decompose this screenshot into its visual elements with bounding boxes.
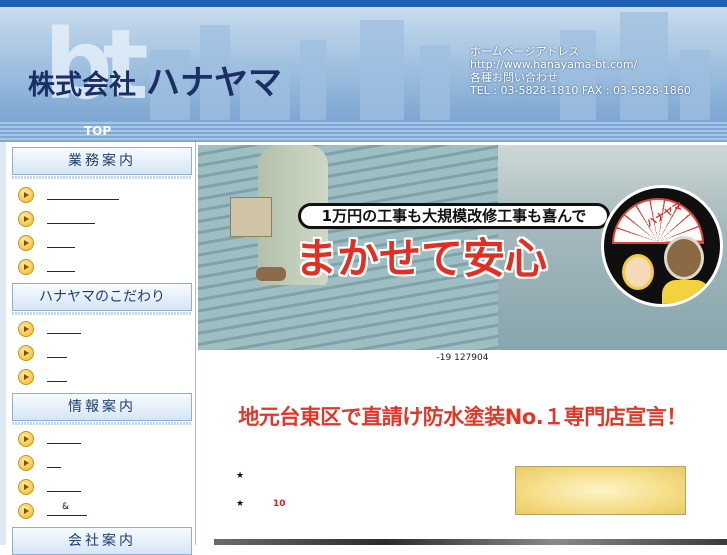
mascot-shirt (662, 280, 710, 304)
arrow-bullet-icon (18, 479, 34, 495)
bullet-star: ★ (236, 471, 245, 481)
link-underline (47, 443, 81, 444)
sidebar-item-ampersand: & (62, 502, 70, 512)
promo-banner-image[interactable] (515, 466, 686, 515)
arrow-bullet-icon (18, 235, 34, 251)
paint-bucket (230, 197, 272, 237)
main-headline: 地元台東区で直請け防水塗装No.１専門店宣言！ (238, 405, 687, 429)
section-divider (12, 176, 192, 179)
city-building (420, 45, 450, 120)
section-divider (12, 422, 192, 425)
company-name[interactable]: 株式会社 ハナヤマ (28, 55, 282, 104)
arrow-bullet-icon (18, 187, 34, 203)
arrow-bullet-icon (18, 503, 34, 519)
company-main-name: ハナヤマ (146, 63, 282, 103)
inquiry-label: 各種お問い合わせ (470, 71, 558, 84)
city-building (300, 40, 326, 120)
link-underline (47, 515, 87, 516)
arrow-bullet-icon (18, 321, 34, 337)
link-underline (47, 381, 67, 382)
city-building (360, 20, 404, 120)
arrow-bullet-icon (18, 455, 34, 471)
link-underline (47, 271, 75, 272)
arrow-bullet-icon (18, 345, 34, 361)
section-divider (12, 312, 192, 315)
bottom-image-strip (214, 539, 727, 545)
visitor-counter-caption: -19 127904 (436, 353, 489, 363)
homepage-label: ホームページアドレス (470, 45, 580, 58)
nav-bar: TOP (0, 120, 727, 142)
mascot-woman-face (622, 254, 654, 290)
link-underline (47, 357, 67, 358)
contact-info: ホームページアドレス http://www.hanayama-bt.com/ 各… (470, 45, 691, 97)
mascot-circle: ハナヤマ (601, 185, 723, 307)
link-underline (47, 467, 61, 468)
highlight-number: 10 (273, 499, 286, 509)
sidebar-section-business[interactable]: 業務案内 (12, 147, 192, 175)
hero-slogan: まかせて安心 (295, 234, 548, 283)
link-underline (47, 223, 95, 224)
hero-banner: 1万円の工事も大規模改修工事も喜んで まかせて安心 ハナヤマ (198, 145, 727, 350)
sidebar: 業務案内 ハナヤマのこだわり 情報案内 & 会社案内 (0, 142, 196, 555)
link-underline (47, 247, 75, 248)
homepage-url-link[interactable]: http://www.hanayama-bt.com/ (470, 58, 691, 71)
company-prefix: 株式会社 (28, 70, 136, 101)
arrow-bullet-icon (18, 369, 34, 385)
bullet-star: ★ (236, 499, 245, 509)
arrow-bullet-icon (18, 211, 34, 227)
phone-fax: TEL : 03-5828-1810 FAX : 03-5828-1860 (470, 84, 691, 97)
link-underline (47, 491, 81, 492)
arrow-bullet-icon (18, 431, 34, 447)
sidebar-section-information[interactable]: 情報案内 (12, 393, 192, 421)
sidebar-section-company[interactable]: 会社案内 (12, 527, 192, 555)
arrow-bullet-icon (18, 259, 34, 275)
nav-top-link[interactable]: TOP (84, 124, 111, 138)
link-underline (47, 333, 81, 334)
sidebar-section-commitment[interactable]: ハナヤマのこだわり (12, 283, 192, 311)
worker-shoes (256, 267, 286, 281)
link-underline (47, 199, 119, 200)
site-header: bt 株式会社 ハナヤマ ホームページアドレス http://www.hanaya… (0, 7, 727, 120)
top-color-strip (0, 0, 727, 7)
mascot-man-face (664, 236, 704, 280)
